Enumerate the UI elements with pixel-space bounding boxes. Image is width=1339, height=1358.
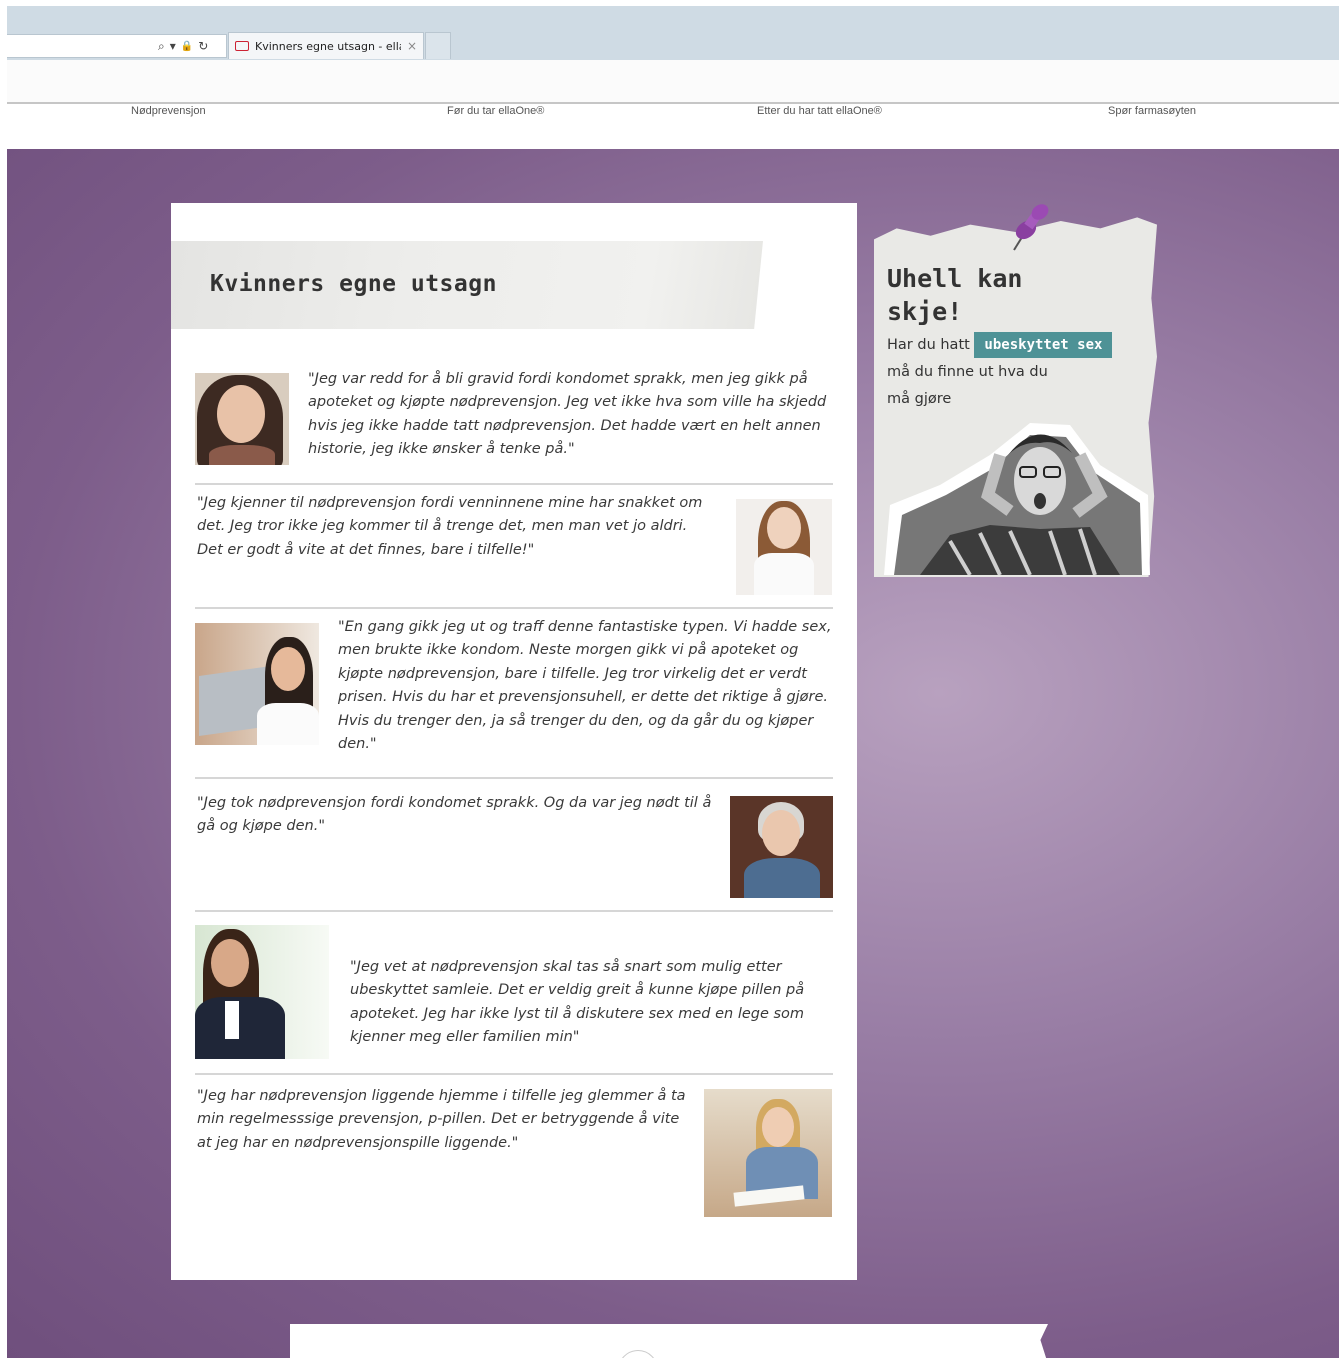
favicon-icon: [235, 41, 249, 51]
testimonial-photo: [704, 1089, 832, 1217]
nav-item-nodprevensjon[interactable]: Nødprevensjon: [131, 105, 206, 117]
testimonial-quote: "En gang gikk jeg ut og traff denne fant…: [338, 619, 832, 753]
refresh-icon[interactable]: ↻: [198, 39, 208, 53]
nav-item-etter-du-har-tatt[interactable]: Etter du har tatt ellaOne®: [757, 105, 882, 117]
nav-item-for-du-tar[interactable]: Før du tar ellaOne®: [447, 105, 544, 117]
sidebar-text: Har du hatt ubeskyttet sex må du finne u…: [887, 332, 1127, 413]
address-bar-icons: ⌕ ▾ 🔒 ↻: [158, 36, 208, 56]
testimonial-quote: "Jeg vet at nødprevensjon skal tas så sn…: [350, 959, 805, 1046]
sidebar-text-after: må du finne ut hva du må gjøre: [887, 364, 1048, 407]
page-title: Kvinners egne utsagn: [210, 271, 497, 297]
browser-toolbar: [7, 60, 1339, 104]
testimonial-item: "Jeg tok nødprevensjon fordi kondomet sp…: [195, 789, 833, 917]
testimonial-item: "En gang gikk jeg ut og traff denne fant…: [195, 619, 833, 783]
browser-tab[interactable]: Kvinners egne utsagn - ella... ×: [228, 32, 424, 59]
chevron-down-icon[interactable]: ▾: [170, 39, 176, 53]
testimonial-photo: [195, 925, 329, 1059]
tab-title: Kvinners egne utsagn - ella...: [255, 39, 401, 53]
lock-icon[interactable]: 🔒: [181, 41, 193, 52]
testimonial-photo: [195, 373, 289, 465]
sidebar-title: Uhell kan skje!: [887, 264, 1023, 326]
testimonial-quote: "Jeg tok nødprevensjon fordi kondomet sp…: [197, 795, 712, 835]
site-nav: Nødprevensjon Før du tar ellaOne® Etter …: [7, 105, 1339, 149]
testimonial-item: "Jeg har nødprevensjon liggende hjemme i…: [195, 1085, 833, 1225]
pushpin-icon: [1013, 204, 1049, 251]
testimonial-item: "Jeg var redd for å bli gravid fordi kon…: [195, 371, 833, 485]
testimonial-item: "Jeg vet at nødprevensjon skal tas så sn…: [195, 923, 833, 1079]
testimonial-quote: "Jeg var redd for å bli gravid fordi kon…: [308, 371, 827, 458]
testimonial-photo: [736, 499, 832, 595]
testimonial-quote: "Jeg har nødprevensjon liggende hjemme i…: [197, 1088, 686, 1151]
testimonial-photo: [195, 623, 319, 745]
close-icon[interactable]: ×: [407, 39, 417, 53]
testimonial-photo: [730, 796, 833, 898]
sidebar-highlight-link[interactable]: ubeskyttet sex: [974, 332, 1113, 358]
next-section-card: [290, 1324, 1048, 1358]
testimonial-quote: "Jeg kjenner til nødprevensjon fordi ven…: [197, 495, 703, 558]
divider: [195, 483, 833, 485]
shocked-woman-illustration: [884, 423, 1150, 575]
testimonials-card: Kvinners egne utsagn "Jeg var redd for å…: [171, 203, 857, 1280]
nav-item-spor-farmasoyten[interactable]: Spør farmasøyten: [1108, 105, 1196, 117]
divider: [195, 777, 833, 779]
divider: [195, 607, 833, 609]
page: ⌕ ▾ 🔒 ↻ Kvinners egne utsagn - ella... ×…: [0, 0, 1339, 1358]
sidebar-text-before: Har du hatt: [887, 337, 970, 353]
search-icon[interactable]: ⌕: [158, 39, 165, 54]
testimonial-item: "Jeg kjenner til nødprevensjon fordi ven…: [195, 495, 833, 609]
divider: [195, 910, 833, 912]
divider: [195, 1073, 833, 1075]
new-tab-button[interactable]: [425, 32, 451, 59]
